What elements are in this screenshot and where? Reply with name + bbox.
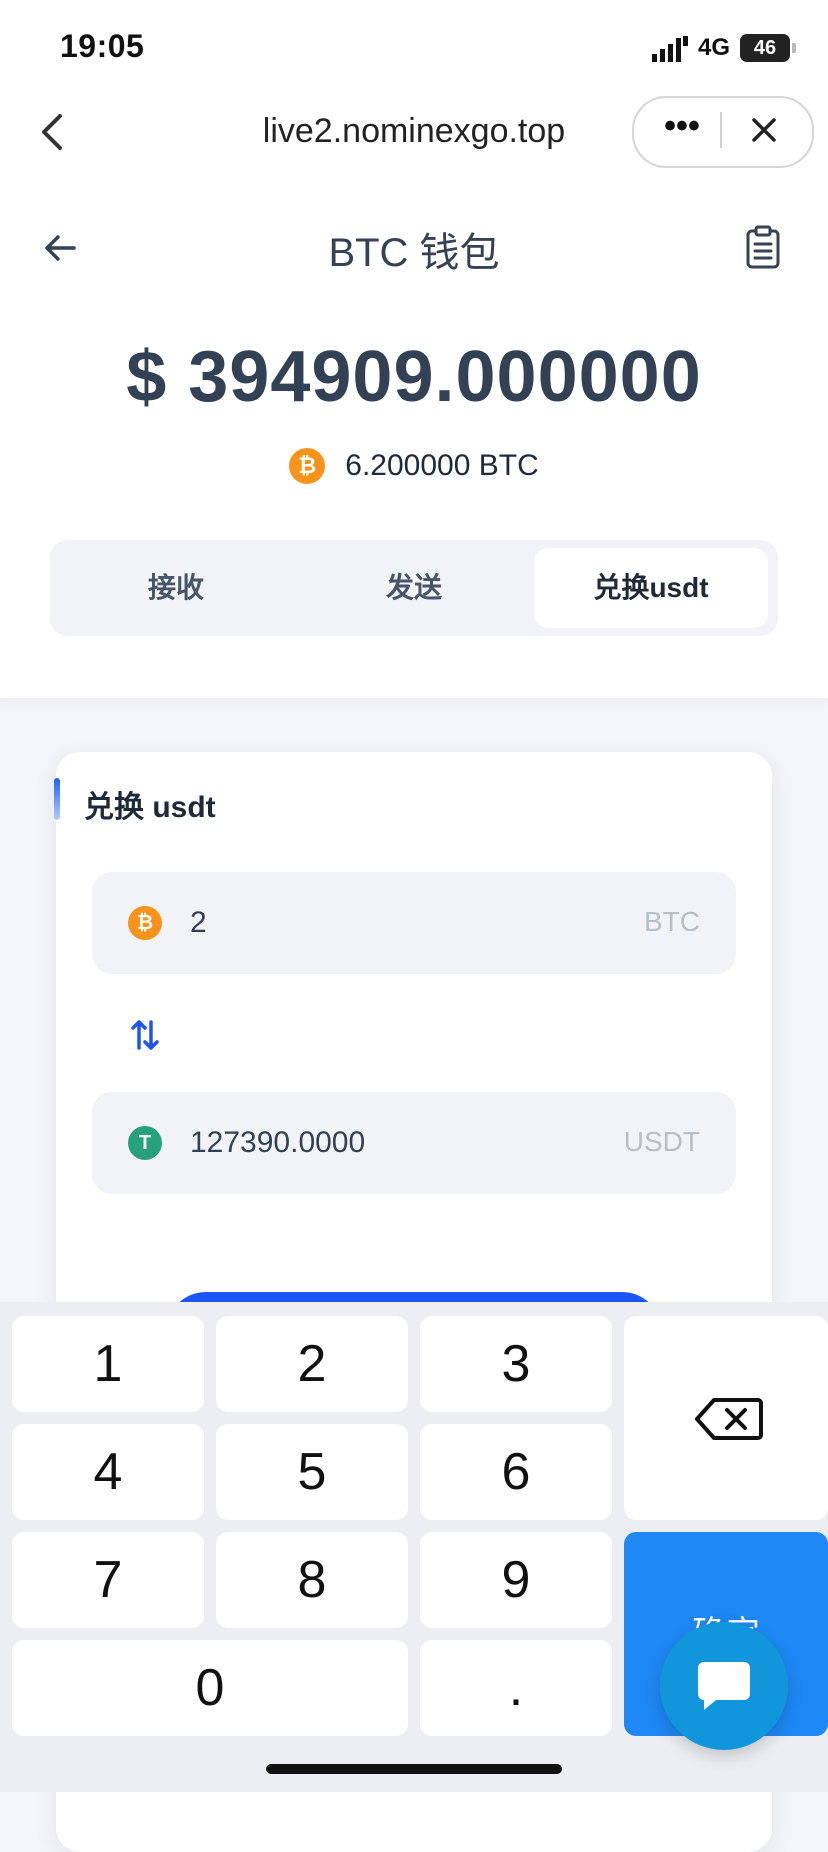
backspace-icon <box>695 1398 763 1440</box>
exchange-title: 兑换 usdt <box>84 791 216 824</box>
key-4[interactable]: 4 <box>12 1424 204 1520</box>
key-2[interactable]: 2 <box>216 1316 408 1412</box>
key-1[interactable]: 1 <box>12 1316 204 1412</box>
usdt-unit: USDT <box>623 1126 700 1157</box>
key-9[interactable]: 9 <box>420 1532 612 1628</box>
page-title: BTC 钱包 <box>328 231 500 275</box>
section-accent-bar <box>54 778 60 820</box>
key-8[interactable]: 8 <box>216 1532 408 1628</box>
battery-nub <box>792 43 796 53</box>
battery-icon: 46 <box>740 34 790 62</box>
btc-amount-input[interactable] <box>92 872 736 974</box>
usd-balance: $ 394909.000000 <box>126 337 702 417</box>
chat-bubble-icon <box>698 1662 750 1710</box>
home-indicator <box>266 1764 562 1774</box>
more-icon[interactable]: ••• <box>660 109 704 148</box>
swap-vertical-icon[interactable] <box>130 1018 160 1052</box>
status-time: 19:05 <box>60 28 145 64</box>
tether-icon: T <box>128 1126 162 1160</box>
chat-support-button[interactable] <box>660 1622 788 1750</box>
signal-icon <box>652 36 688 62</box>
key-6[interactable]: 6 <box>420 1424 612 1520</box>
tab-send[interactable]: 发送 <box>296 548 532 628</box>
key-dot[interactable]: . <box>420 1640 612 1736</box>
btc-amount-value: 2 <box>190 906 207 939</box>
key-0[interactable]: 0 <box>12 1640 408 1736</box>
key-7[interactable]: 7 <box>12 1532 204 1628</box>
btc-balance: 6.200000 BTC <box>345 449 539 482</box>
close-icon[interactable] <box>742 110 786 150</box>
btc-balance-row: ₿ 6.200000 BTC <box>0 446 828 486</box>
capsule-divider <box>720 112 722 148</box>
btc-unit: BTC <box>644 906 700 937</box>
bitcoin-icon: ₿ <box>128 906 162 940</box>
chevron-left-icon[interactable] <box>34 110 70 154</box>
browser-url: live2.nominexgo.top <box>262 112 566 150</box>
key-3[interactable]: 3 <box>420 1316 612 1412</box>
tab-exchange-usdt[interactable]: 兑换usdt <box>534 548 768 628</box>
network-type: 4G <box>698 34 731 61</box>
delete-key[interactable] <box>624 1316 828 1520</box>
tab-receive[interactable]: 接收 <box>58 548 294 628</box>
bitcoin-icon: ₿ <box>289 448 326 484</box>
usdt-amount-value: 127390.0000 <box>190 1126 366 1159</box>
arrow-left-icon[interactable] <box>40 228 80 268</box>
key-5[interactable]: 5 <box>216 1424 408 1520</box>
clipboard-icon[interactable] <box>744 224 782 270</box>
